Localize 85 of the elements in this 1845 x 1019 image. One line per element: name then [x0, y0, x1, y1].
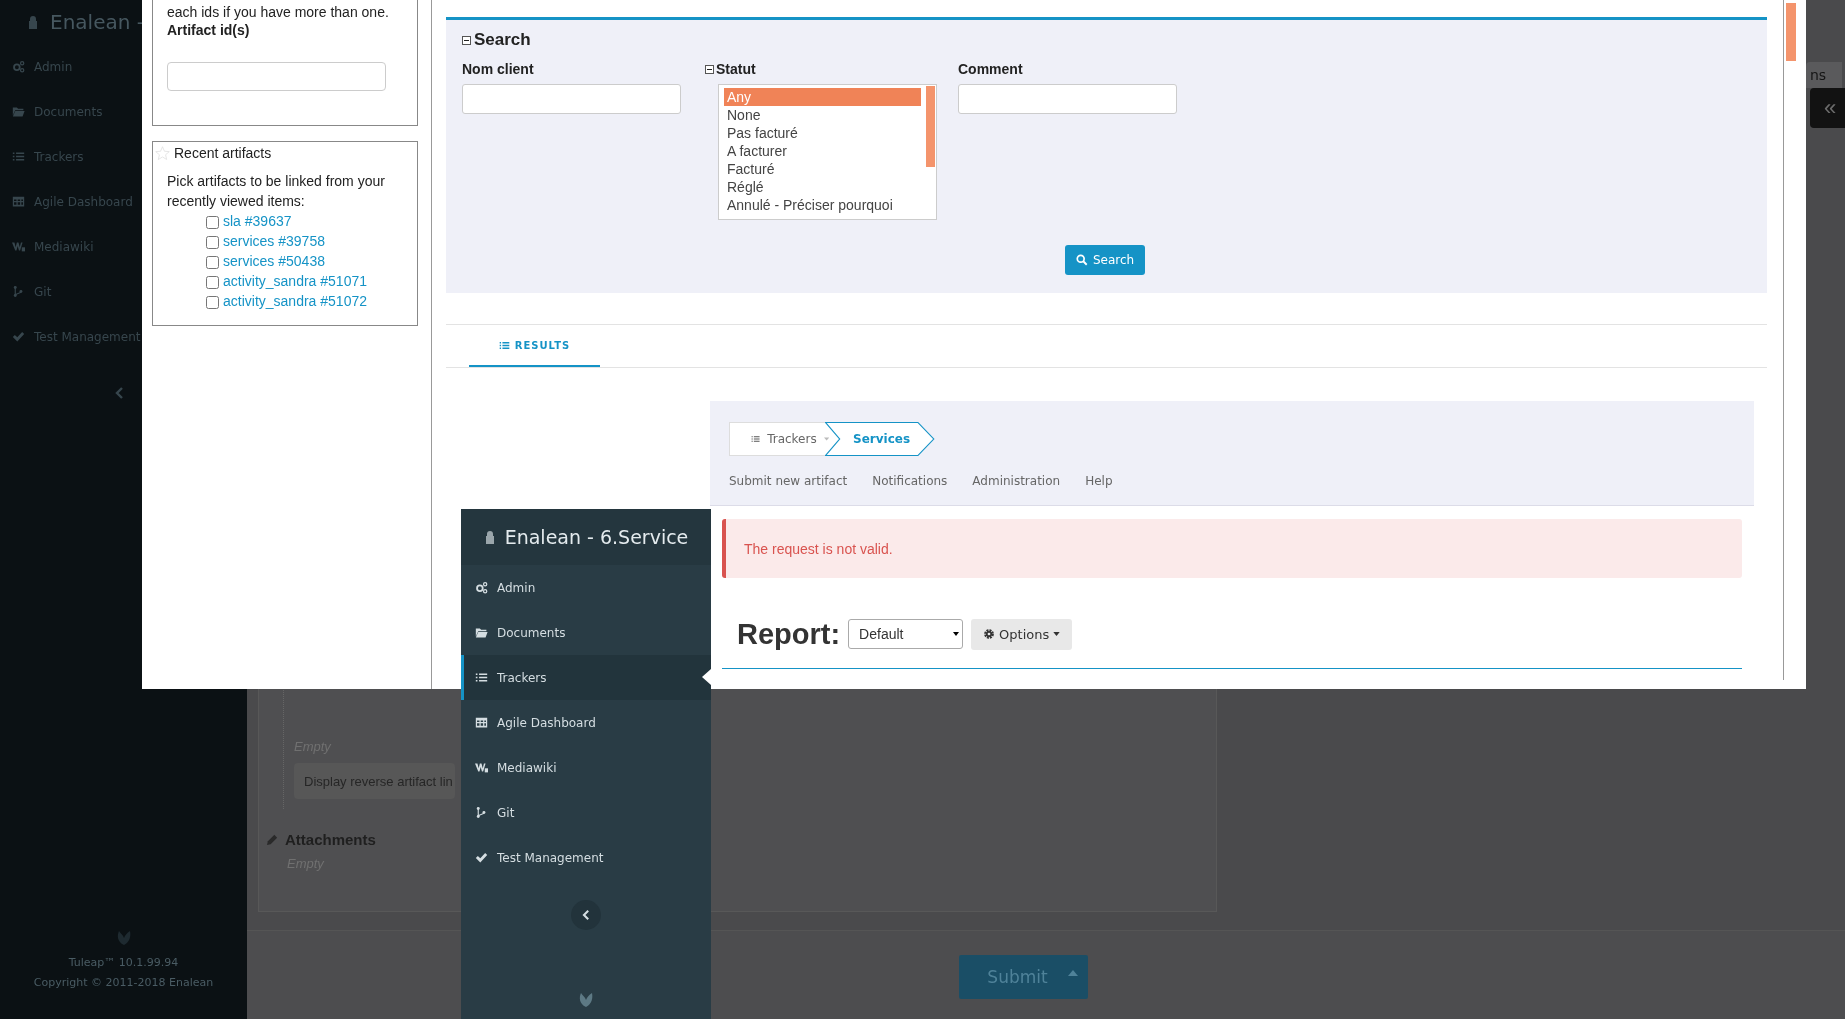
- tab[interactable]: ns: [1806, 62, 1842, 88]
- status-listbox[interactable]: Any None Pas facturé A facturer Facturé Réglé Annulé - Préciser pourquoi: [718, 84, 937, 220]
- field-label: Artifact id(s): [167, 21, 251, 39]
- folder-icon: [475, 626, 488, 639]
- table-icon: [12, 195, 25, 208]
- input-field[interactable]: [462, 84, 681, 114]
- sidebar-item[interactable]: Agile Dashboard: [461, 700, 711, 745]
- caret-icon: [1068, 970, 1078, 976]
- artifact-link[interactable]: activity_sandra #51072: [223, 293, 367, 309]
- collapse-icon[interactable]: [462, 35, 471, 45]
- checkbox[interactable]: [206, 295, 219, 309]
- folder-icon: [12, 105, 25, 118]
- selection-pointer-icon: [702, 669, 711, 685]
- section-title: Search: [474, 30, 531, 50]
- scrollbar-thumb[interactable]: [1786, 3, 1796, 61]
- collapse-icon[interactable]: [705, 65, 714, 74]
- breadcrumb-item[interactable]: Trackers: [729, 422, 839, 456]
- wiki-icon: [12, 240, 25, 253]
- star-icon: [155, 145, 170, 161]
- input-field[interactable]: [167, 62, 386, 91]
- field-label: Statut: [716, 61, 756, 78]
- list-icon: [498, 339, 510, 351]
- gears-icon: [475, 581, 488, 594]
- input-field[interactable]: [958, 84, 1177, 114]
- chevron-left-icon: [581, 909, 591, 921]
- pencil-icon: [266, 833, 279, 846]
- copyright-text: Copyright © 2011-2018 Enalean: [33, 975, 214, 991]
- field-label: Nom client: [462, 61, 534, 78]
- hint-text: each ids if you have more than one.: [167, 3, 390, 21]
- listbox-option[interactable]: Facturé: [724, 160, 921, 178]
- check-icon: [475, 851, 488, 864]
- checkbox[interactable]: [206, 275, 219, 289]
- caret-icon: [953, 632, 960, 636]
- panel-title: Recent artifacts: [174, 144, 272, 162]
- artifact-link[interactable]: services #39758: [223, 233, 325, 249]
- wiki-icon: [475, 761, 488, 774]
- options-button[interactable]: Options: [971, 618, 1073, 650]
- report-label: Report:: [737, 617, 841, 651]
- project-title: Enalean - 6.Service: [504, 526, 689, 548]
- checkbox[interactable]: [206, 255, 219, 269]
- table-icon: [475, 716, 488, 729]
- gears-icon: [12, 60, 25, 73]
- search-icon: [1076, 254, 1088, 266]
- intro-text: Pick artifacts to be linked from your recently viewed items:: [167, 172, 386, 211]
- check-icon: [12, 330, 25, 343]
- field-label: Comment: [958, 61, 1023, 78]
- breadcrumb-item[interactable]: Services: [825, 422, 935, 456]
- artifact-link[interactable]: sla #39637: [223, 213, 292, 229]
- gear-icon: [983, 628, 996, 640]
- caret-icon: [1053, 632, 1061, 636]
- checkbox[interactable]: [206, 215, 219, 229]
- artifact-link[interactable]: services #50438: [223, 253, 325, 269]
- branch-icon: [475, 806, 488, 819]
- error-message: The request is not valid.: [744, 540, 893, 557]
- listbox-option[interactable]: A facturer: [724, 142, 921, 160]
- expand-button[interactable]: «: [1810, 88, 1845, 128]
- list-icon: [12, 150, 25, 163]
- artifact-link[interactable]: activity_sandra #51071: [223, 273, 367, 289]
- sidebar-item[interactable]: Admin: [461, 565, 711, 610]
- nav-link[interactable]: Administration: [972, 474, 1061, 488]
- sidebar-item[interactable]: Trackers: [461, 655, 711, 700]
- sidebar-item[interactable]: Git: [461, 790, 711, 835]
- scrollbar-thumb[interactable]: [926, 86, 935, 167]
- listbox-option[interactable]: None: [724, 106, 921, 124]
- listbox-option[interactable]: Annulé - Préciser pourquoi: [724, 196, 921, 214]
- listbox-option[interactable]: Réglé: [724, 178, 921, 196]
- lock-icon: [483, 530, 496, 544]
- results-tab[interactable]: RESULTS: [469, 325, 600, 367]
- nav-link[interactable]: Help: [1085, 474, 1113, 488]
- branch-icon: [12, 285, 25, 298]
- list-icon: [475, 671, 488, 684]
- collapse-button[interactable]: [571, 900, 601, 930]
- report-select[interactable]: Default: [848, 619, 964, 649]
- nav-link[interactable]: Submit new artifact: [729, 474, 848, 488]
- sidebar-item[interactable]: Documents: [461, 610, 711, 655]
- search-button[interactable]: Search: [1065, 245, 1146, 275]
- nav-link[interactable]: Notifications: [872, 474, 948, 488]
- checkbox[interactable]: [206, 235, 219, 249]
- listbox-option[interactable]: Pas facturé: [724, 124, 921, 142]
- lock-icon: [27, 15, 39, 29]
- sidebar-item[interactable]: Mediawiki: [461, 745, 711, 790]
- version-text: Tuleap™ 10.1.99.94: [68, 955, 179, 971]
- caret-icon: [823, 437, 829, 441]
- list-icon: [751, 433, 761, 445]
- sidebar-item[interactable]: Test Management: [461, 835, 711, 880]
